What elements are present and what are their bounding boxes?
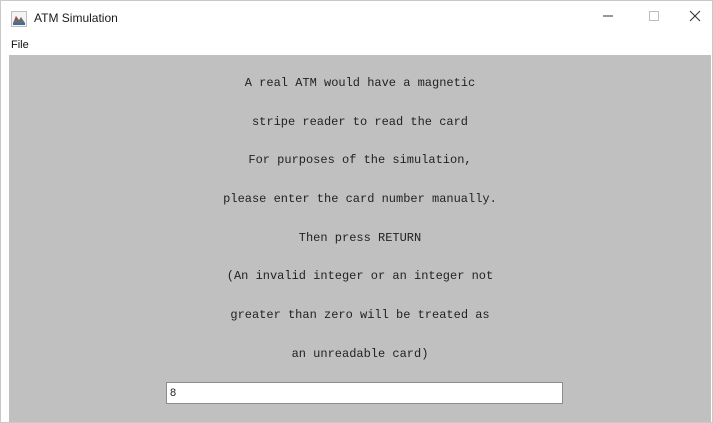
message-line: stripe reader to read the card xyxy=(251,115,469,129)
message-line: Then press RETURN xyxy=(298,231,422,245)
card-number-input[interactable] xyxy=(166,382,563,404)
message-line: greater than zero will be treated as xyxy=(230,308,490,322)
menu-bar: File xyxy=(1,35,712,55)
window-title: ATM Simulation xyxy=(34,11,118,25)
maximize-icon xyxy=(648,9,660,27)
message-line: please enter the card number manually. xyxy=(223,192,497,206)
message-line: an unreadable card) xyxy=(291,347,429,361)
message-line: A real ATM would have a magnetic xyxy=(244,76,476,90)
close-button[interactable] xyxy=(672,1,713,35)
atm-simulation-window: ATM Simulation File A real ATM would hav… xyxy=(0,0,713,423)
atm-display-panel: A real ATM would have a magnetic stripe … xyxy=(9,55,711,422)
title-bar[interactable]: ATM Simulation xyxy=(1,1,712,35)
minimize-button[interactable] xyxy=(585,1,631,35)
message-line: For purposes of the simulation, xyxy=(248,153,472,167)
menu-file[interactable]: File xyxy=(11,39,29,51)
maximize-button[interactable] xyxy=(631,1,677,35)
minimize-icon xyxy=(602,9,614,27)
atm-app-icon xyxy=(11,11,27,27)
close-icon xyxy=(689,9,701,27)
message-line: (An invalid integer or an integer not xyxy=(226,269,494,283)
